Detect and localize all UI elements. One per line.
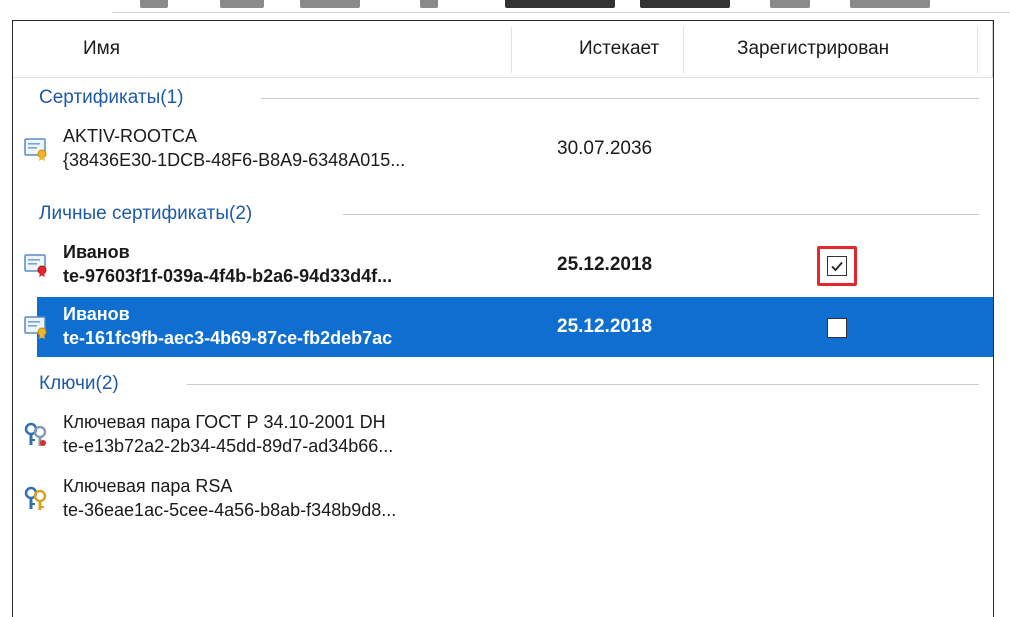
list-item-key-gost[interactable]: Ключевая пара ГОСТ Р 34.10-2001 DH te-e1… (13, 405, 993, 465)
group-label: Сертификаты(1) (39, 87, 184, 108)
column-header-name[interactable]: Имя (83, 21, 120, 77)
group-label: Личные сертификаты(2) (39, 203, 253, 224)
item-name: Иванов (63, 242, 130, 262)
list-item-aktiv-rootca[interactable]: AKTIV-ROOTCA {38436E30-1DCB-48F6-B8A9-63… (13, 119, 993, 179)
top-cropped-strip (0, 0, 1010, 14)
certificate-icon (24, 138, 47, 161)
key-pair-icon (24, 422, 47, 446)
registered-checkbox[interactable] (827, 318, 847, 338)
item-expiry: 25.12.2018 (557, 254, 653, 275)
list-item-ivanov-1[interactable]: Иванов te-97603f1f-039a-4f4b-b2a6-94d33d… (13, 235, 993, 295)
item-name: Иванов (63, 304, 130, 324)
item-identifier: te-161fc9fb-aec3-4b69-87ce-fb2deb7ac (63, 328, 393, 348)
list-item-key-rsa[interactable]: Ключевая пара RSA te-36eae1ac-5cee-4a56-… (13, 469, 993, 529)
certificate-icon (24, 316, 47, 339)
group-keys: Ключи(2) (13, 369, 993, 399)
list-header: Имя Истекает Зарегистрирован (13, 21, 993, 78)
item-identifier: {38436E30-1DCB-48F6-B8A9-6348A015... (63, 150, 406, 170)
item-expiry: 30.07.2036 (557, 138, 653, 159)
certificate-list: Имя Истекает Зарегистрирован Сертификаты… (12, 20, 994, 617)
registered-checkbox[interactable] (827, 256, 847, 276)
item-identifier: te-36eae1ac-5cee-4a56-b8ab-f348b9d8... (63, 500, 397, 520)
list-item-ivanov-2[interactable]: Иванов te-161fc9fb-aec3-4b69-87ce-fb2deb… (24, 297, 993, 357)
column-header-registered[interactable]: Зарегистрирован (737, 21, 889, 77)
personal-certificate-icon (24, 254, 47, 277)
group-personal-certificates: Личные сертификаты(2) (13, 199, 993, 229)
group-certificates: Сертификаты(1) (13, 83, 993, 113)
item-expiry: 25.12.2018 (557, 316, 653, 337)
item-name: Ключевая пара ГОСТ Р 34.10-2001 DH (63, 412, 386, 432)
item-identifier: te-e13b72a2-2b34-45dd-89d7-ad34b66... (63, 436, 394, 456)
item-name: Ключевая пара RSA (63, 476, 233, 496)
item-name: AKTIV-ROOTCA (63, 126, 198, 146)
checkmark-icon (831, 261, 843, 272)
group-label: Ключи(2) (39, 373, 119, 394)
column-header-expires[interactable]: Истекает (579, 21, 659, 77)
key-pair-icon (24, 486, 47, 510)
item-identifier: te-97603f1f-039a-4f4b-b2a6-94d33d4f... (63, 266, 393, 286)
